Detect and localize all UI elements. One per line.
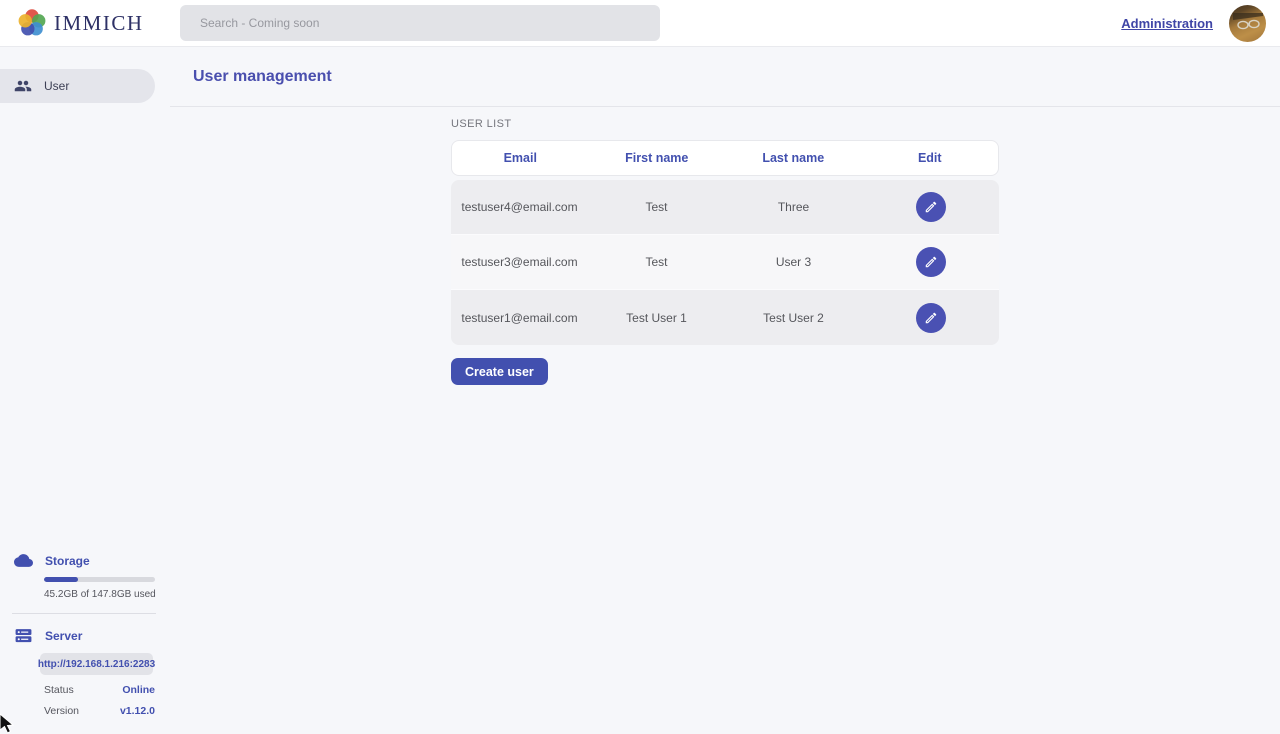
storage-progress-fill: [44, 577, 78, 582]
storage-title: Storage: [45, 554, 90, 568]
search-input[interactable]: [180, 5, 660, 41]
server-title: Server: [45, 629, 82, 643]
status-value: Online: [122, 684, 155, 696]
server-url: http://192.168.1.216:2283: [40, 653, 153, 675]
immich-flower-icon: [17, 8, 47, 38]
cell-email: testuser1@email.com: [451, 311, 588, 325]
cell-email: testuser4@email.com: [451, 200, 588, 214]
immich-logo[interactable]: IMMICH: [17, 8, 144, 38]
cell-email: testuser3@email.com: [451, 255, 588, 269]
glasses-icon: [1233, 13, 1263, 33]
column-header-email: Email: [452, 151, 589, 165]
mouse-cursor: [0, 712, 18, 734]
main-panel: User management USER LIST Email First na…: [170, 47, 1280, 730]
cell-last-name: Test User 2: [725, 311, 862, 325]
server-version-row: Version v1.12.0: [44, 705, 155, 717]
column-header-last-name: Last name: [725, 151, 862, 165]
sidebar-item-user-label: User: [44, 79, 69, 93]
table-row: testuser1@email.com Test User 1 Test Use…: [451, 290, 999, 345]
edit-user-button[interactable]: [916, 192, 946, 222]
title-divider: [170, 106, 1280, 107]
sidebar: User Storage 45.2GB of 147.8GB used: [0, 47, 170, 730]
sidebar-divider: [12, 613, 156, 614]
cell-first-name: Test: [588, 255, 725, 269]
server-status-row: Status Online: [44, 684, 155, 696]
cell-last-name: Three: [725, 200, 862, 214]
pencil-icon: [924, 200, 938, 214]
sidebar-footer: Storage 45.2GB of 147.8GB used Server: [0, 551, 170, 717]
table-row: testuser3@email.com Test User 3: [451, 235, 999, 290]
cell-first-name: Test: [588, 200, 725, 214]
cell-last-name: User 3: [725, 255, 862, 269]
logo-text: IMMICH: [54, 11, 144, 36]
pencil-icon: [924, 311, 938, 325]
pencil-icon: [924, 255, 938, 269]
user-table-body: testuser4@email.com Test Three testuser3…: [451, 180, 999, 345]
user-list-label: USER LIST: [451, 118, 999, 130]
version-value: v1.12.0: [120, 705, 155, 717]
version-label: Version: [44, 705, 79, 717]
sidebar-item-user[interactable]: User: [0, 69, 155, 103]
create-user-button[interactable]: Create user: [451, 358, 548, 385]
status-label: Status: [44, 684, 74, 696]
edit-user-button[interactable]: [916, 247, 946, 277]
table-row: testuser4@email.com Test Three: [451, 180, 999, 235]
server-icon: [14, 626, 33, 645]
cloud-icon: [14, 551, 33, 570]
users-icon: [14, 77, 32, 95]
column-header-edit: Edit: [862, 151, 999, 165]
storage-progress-bar: [44, 577, 155, 582]
user-avatar[interactable]: [1229, 5, 1266, 42]
page-title: User management: [170, 47, 1280, 106]
column-header-first-name: First name: [589, 151, 726, 165]
user-table-header: Email First name Last name Edit: [451, 140, 999, 176]
edit-user-button[interactable]: [916, 303, 946, 333]
top-bar: IMMICH Administration: [0, 0, 1280, 47]
cell-first-name: Test User 1: [588, 311, 725, 325]
storage-usage-text: 45.2GB of 147.8GB used: [44, 589, 170, 600]
administration-link[interactable]: Administration: [1121, 16, 1213, 31]
